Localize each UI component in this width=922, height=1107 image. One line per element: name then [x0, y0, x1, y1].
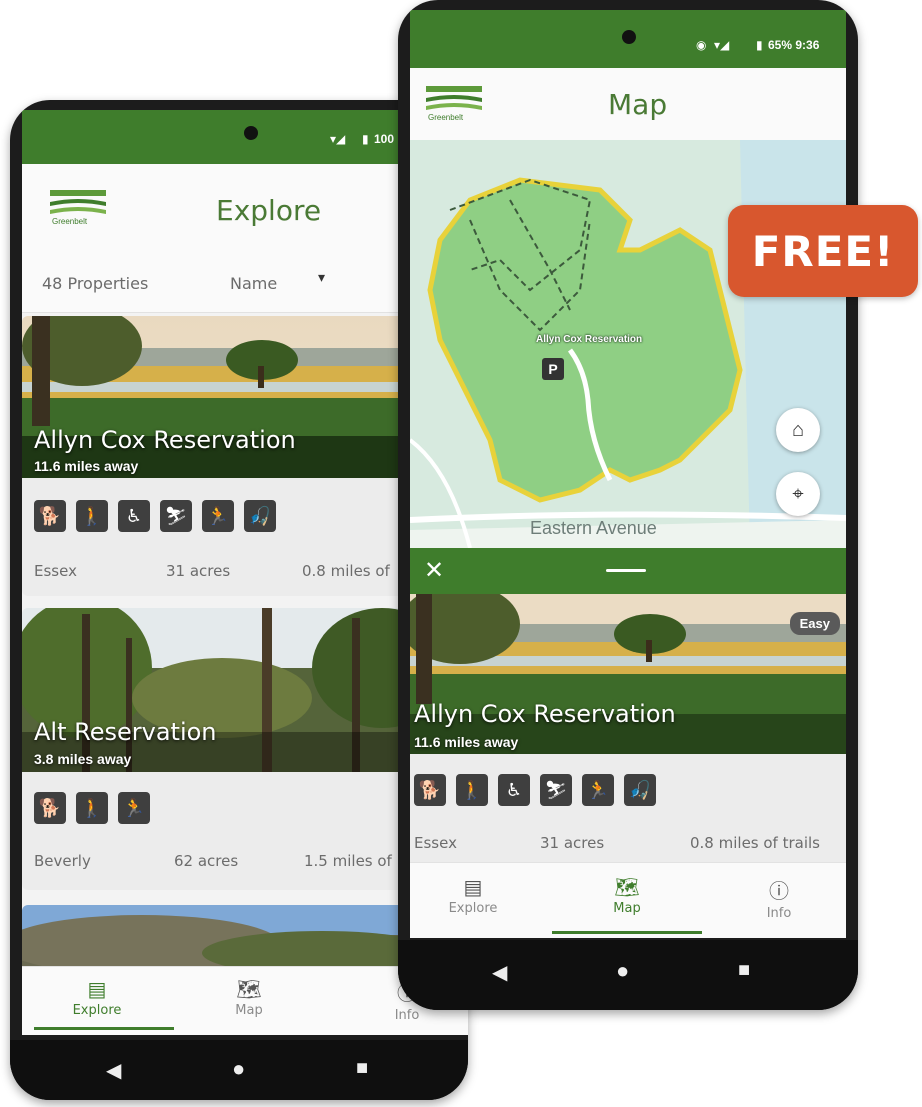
property-name: Alt Reservation	[34, 718, 217, 746]
logo-text: Greenbelt	[52, 217, 88, 226]
map-icon: 🗺	[236, 977, 262, 1001]
logo-text: Greenbelt	[428, 113, 464, 122]
sort-dropdown[interactable]: Name ▾	[222, 262, 352, 302]
battery-icon: ▮	[756, 38, 763, 52]
property-distance: 11.6 miles away	[34, 458, 139, 474]
back-icon[interactable]: ◀	[492, 960, 507, 985]
battery-level: 100	[374, 132, 395, 146]
property-town: Essex	[34, 562, 77, 580]
tab-info[interactable]: ⓘ Info	[724, 875, 834, 921]
property-trails: 0.8 miles of trails	[690, 834, 820, 852]
tab-explore[interactable]: ▤ Explore	[418, 875, 528, 916]
my-location-button[interactable]: ⌖	[776, 472, 820, 516]
crosshair-icon: ⌖	[792, 482, 804, 505]
map-screen: ◉ ▾◢ ▮ 65% 9:36 Greenbelt Map Allyn Cox …	[410, 10, 846, 938]
amenity-icons: 🐕 🚶 🏃	[34, 792, 150, 824]
property-name: Allyn Cox Reservation	[34, 426, 296, 454]
list-icon: ▤	[87, 977, 107, 1001]
info-icon: ⓘ	[769, 879, 789, 903]
property-photo	[410, 594, 846, 754]
property-acres: 31 acres	[166, 562, 231, 580]
dog-icon: 🐕	[414, 774, 446, 806]
recents-icon[interactable]: ■	[356, 1057, 368, 1080]
parking-marker[interactable]: P	[542, 358, 564, 380]
page-title: Explore	[216, 194, 322, 227]
greenbelt-logo: Greenbelt	[50, 190, 106, 226]
close-icon[interactable]: ✕	[424, 556, 444, 585]
running-icon: 🏃	[118, 792, 150, 824]
property-trails: 1.5 miles of	[304, 852, 392, 870]
chevron-down-icon: ▾	[318, 270, 326, 286]
system-nav-bar: ◀ ● ■	[398, 940, 858, 1010]
home-icon[interactable]: ●	[616, 958, 629, 984]
page-title: Map	[608, 88, 668, 121]
amenity-icons: 🐕 🚶 ♿ ⛷ 🏃 🎣	[414, 774, 656, 806]
street-label: Eastern Avenue	[530, 518, 657, 538]
hiking-icon: 🚶	[76, 792, 108, 824]
location-icon: ◉	[696, 38, 707, 52]
amenity-icons: 🐕 🚶 ♿ ⛷ 🏃 🎣	[34, 500, 276, 532]
wifi-signal-icon: ▾◢	[714, 38, 730, 52]
back-icon[interactable]: ◀	[106, 1058, 121, 1083]
running-icon: 🏃	[202, 500, 234, 532]
skiing-icon: ⛷	[160, 500, 192, 532]
property-town: Essex	[414, 834, 457, 852]
property-trails: 0.8 miles of	[302, 562, 390, 580]
hiking-icon: 🚶	[76, 500, 108, 532]
tab-map-label: Map	[613, 901, 641, 916]
camera-icon	[622, 30, 636, 44]
fishing-icon: 🎣	[244, 500, 276, 532]
battery-time: 65% 9:36	[768, 38, 820, 52]
list-icon: ▤	[463, 875, 483, 899]
bottom-tab-bar: ▤ Explore 🗺 Map ⓘ Info	[410, 862, 846, 938]
accessible-icon: ♿	[118, 500, 150, 532]
battery-icon: ▮	[362, 132, 369, 146]
running-icon: 🏃	[582, 774, 614, 806]
active-tab-indicator	[552, 931, 702, 934]
skiing-icon: ⛷	[540, 774, 572, 806]
tab-explore-label: Explore	[448, 901, 498, 916]
tab-explore-label: Explore	[72, 1003, 122, 1018]
recents-icon[interactable]: ■	[738, 959, 750, 982]
property-count: 48 Properties	[42, 274, 149, 293]
bottom-sheet-header: ✕	[410, 548, 846, 594]
property-town: Beverly	[34, 852, 91, 870]
hiking-icon: 🚶	[456, 774, 488, 806]
active-tab-indicator	[34, 1027, 174, 1030]
property-card[interactable]: Easy Allyn Cox Reservation 11.6 miles aw…	[410, 594, 846, 862]
tab-info-label: Info	[766, 906, 792, 921]
camera-icon	[244, 126, 258, 140]
status-bar: ◉ ▾◢ ▮ 65% 9:36	[410, 10, 846, 68]
map-view[interactable]: Allyn Cox Reservation P Eastern Avenue ⌂…	[410, 140, 846, 548]
wifi-signal-icon: ▾◢	[330, 132, 346, 146]
difficulty-badge: Easy	[789, 612, 840, 635]
free-promo-badge: FREE!	[728, 205, 918, 297]
house-icon: ⌂	[791, 418, 805, 441]
property-distance: 11.6 miles away	[414, 734, 519, 750]
app-header: Greenbelt Map	[410, 68, 846, 140]
fishing-icon: 🎣	[624, 774, 656, 806]
tab-explore[interactable]: ▤ Explore	[42, 977, 152, 1018]
home-icon[interactable]: ●	[232, 1056, 245, 1082]
tab-map[interactable]: 🗺 Map	[572, 875, 682, 916]
home-location-button[interactable]: ⌂	[776, 408, 820, 452]
accessible-icon: ♿	[498, 774, 530, 806]
dog-icon: 🐕	[34, 792, 66, 824]
property-acres: 62 acres	[174, 852, 239, 870]
drag-handle[interactable]	[606, 569, 646, 572]
phone-map: ◉ ▾◢ ▮ 65% 9:36 Greenbelt Map Allyn Cox …	[398, 0, 858, 1010]
tab-info-label: Info	[394, 1008, 420, 1023]
tab-map[interactable]: 🗺 Map	[194, 977, 304, 1018]
map-icon: 🗺	[614, 875, 640, 899]
tab-map-label: Map	[235, 1003, 263, 1018]
sort-label: Name	[230, 274, 278, 293]
property-name: Allyn Cox Reservation	[414, 700, 676, 728]
dog-icon: 🐕	[34, 500, 66, 532]
property-distance: 3.8 miles away	[34, 751, 132, 767]
property-acres: 31 acres	[540, 834, 605, 852]
greenbelt-logo: Greenbelt	[426, 86, 482, 122]
map-park-label: Allyn Cox Reservation	[536, 334, 643, 345]
system-nav-bar: ◀ ● ■	[10, 1040, 468, 1100]
